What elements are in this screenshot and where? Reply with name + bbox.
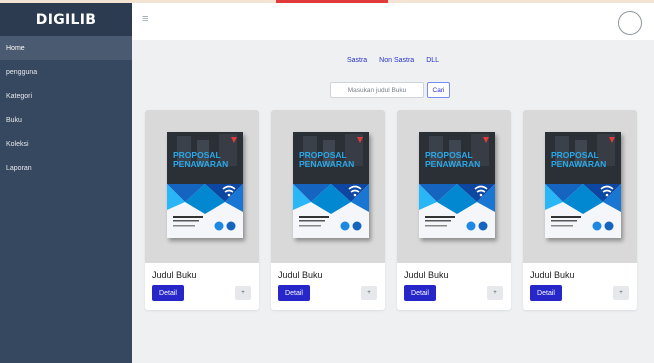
book-cover-image[interactable]: PROPOSAL PENAWARAN	[419, 132, 495, 238]
sidebar-item-kategori[interactable]: Kategori	[0, 84, 132, 108]
search-bar: Cari	[330, 82, 450, 98]
add-button[interactable]: +	[487, 286, 503, 300]
book-card: PROPOSAL PENAWARAN Judul Buku Detail +	[271, 110, 385, 310]
main-content: Sastra Non Sastra DLL Cari PROPOSAL PENA…	[132, 40, 654, 363]
detail-button[interactable]: Detail	[530, 285, 562, 301]
book-cover-area: PROPOSAL PENAWARAN	[397, 110, 511, 263]
book-card-list: PROPOSAL PENAWARAN Judul Buku Detail + P…	[145, 110, 637, 310]
search-input[interactable]	[330, 82, 424, 98]
user-avatar-icon[interactable]	[618, 11, 642, 35]
sidebar: DIGILIB Home pengguna Kategori Buku Kole…	[0, 3, 132, 363]
add-button[interactable]: +	[613, 286, 629, 300]
cover-title-line2: PENAWARAN	[425, 159, 480, 169]
book-cover-area: PROPOSAL PENAWARAN	[523, 110, 637, 263]
tab-non-sastra[interactable]: Non Sastra	[379, 57, 414, 64]
add-button[interactable]: +	[235, 286, 251, 300]
sidebar-item-label: Koleksi	[6, 140, 29, 148]
book-card: PROPOSAL PENAWARAN Judul Buku Detail +	[397, 110, 511, 310]
book-title: Judul Buku	[404, 270, 449, 280]
detail-button[interactable]: Detail	[278, 285, 310, 301]
detail-button[interactable]: Detail	[404, 285, 436, 301]
book-title: Judul Buku	[530, 270, 575, 280]
cover-title-line2: PENAWARAN	[551, 159, 606, 169]
book-cover-image[interactable]: PROPOSAL PENAWARAN	[293, 132, 369, 238]
book-title: Judul Buku	[152, 270, 197, 280]
sidebar-item-label: Laporan	[6, 164, 32, 172]
tab-sastra[interactable]: Sastra	[347, 57, 367, 64]
book-cover-area: PROPOSAL PENAWARAN	[271, 110, 385, 263]
book-title: Judul Buku	[278, 270, 323, 280]
category-tabs: Sastra Non Sastra DLL	[132, 57, 654, 64]
hamburger-icon[interactable]: ≡	[142, 13, 148, 25]
cover-title-line2: PENAWARAN	[299, 159, 354, 169]
detail-button[interactable]: Detail	[152, 285, 184, 301]
tab-dll[interactable]: DLL	[426, 57, 439, 64]
sidebar-item-buku[interactable]: Buku	[0, 108, 132, 132]
sidebar-item-laporan[interactable]: Laporan	[0, 156, 132, 180]
book-card: PROPOSAL PENAWARAN Judul Buku Detail +	[523, 110, 637, 310]
sidebar-item-label: Buku	[6, 116, 22, 124]
top-bar: ≡	[132, 3, 654, 40]
book-cover-image[interactable]: PROPOSAL PENAWARAN	[545, 132, 621, 238]
cover-title-line2: PENAWARAN	[173, 159, 228, 169]
sidebar-item-label: pengguna	[6, 68, 38, 76]
search-button[interactable]: Cari	[427, 82, 450, 98]
brand-logo[interactable]: DIGILIB	[0, 3, 132, 36]
sidebar-item-koleksi[interactable]: Koleksi	[0, 132, 132, 156]
sidebar-item-label: Kategori	[6, 92, 33, 100]
book-card: PROPOSAL PENAWARAN Judul Buku Detail +	[145, 110, 259, 310]
sidebar-item-home[interactable]: Home	[0, 36, 132, 60]
sidebar-item-label: Home	[6, 44, 25, 52]
book-cover-area: PROPOSAL PENAWARAN	[145, 110, 259, 263]
sidebar-item-pengguna[interactable]: pengguna	[0, 60, 132, 84]
add-button[interactable]: +	[361, 286, 377, 300]
book-cover-image[interactable]: PROPOSAL PENAWARAN	[167, 132, 243, 238]
